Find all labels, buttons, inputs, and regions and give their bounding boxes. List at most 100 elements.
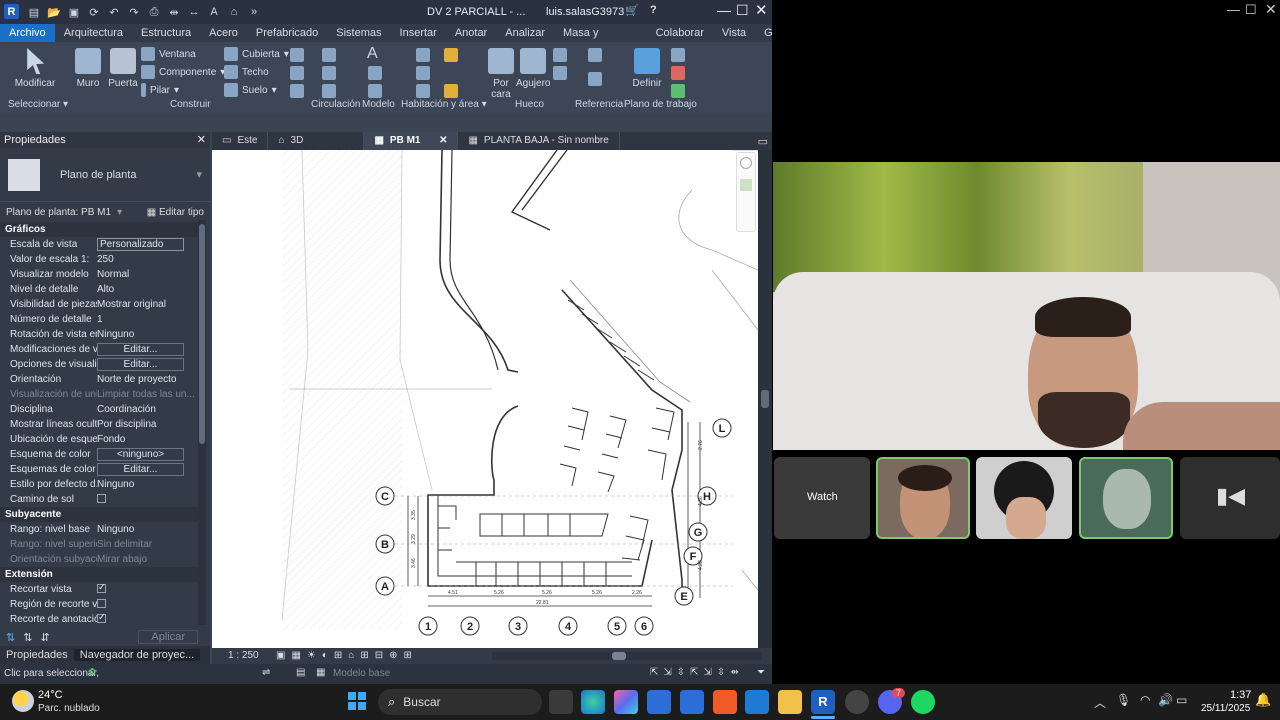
view-tab-pbm1[interactable]: ▦ PB M1 ✕ (364, 132, 459, 150)
section-graficos[interactable]: Gráficos (0, 222, 198, 237)
close-icon[interactable]: ✕ (755, 1, 768, 19)
group-icon[interactable]: ⇵ (40, 631, 49, 644)
revit-logo[interactable]: R (4, 4, 19, 19)
close-icon[interactable]: ✕ (439, 132, 447, 150)
start-icon[interactable] (348, 692, 366, 710)
store-icon[interactable] (647, 690, 671, 714)
participant-tile-avatar[interactable] (1079, 457, 1173, 539)
open-icon[interactable]: 📂 (46, 4, 62, 20)
participant-tile-1[interactable] (876, 457, 970, 539)
group-seleccionar[interactable]: Seleccionar ▾ (8, 99, 68, 110)
property-value[interactable]: 1 (97, 314, 198, 325)
property-value[interactable]: Editar... (97, 358, 184, 371)
property-value[interactable]: Ninguno (97, 329, 198, 340)
text-icon[interactable]: A (206, 4, 222, 20)
property-value[interactable]: <ninguno> (97, 448, 184, 461)
view-tab-este[interactable]: ▭ Este (212, 132, 269, 150)
home-icon[interactable]: ⌂ (226, 4, 242, 20)
tab-archivo[interactable]: Archivo (0, 24, 55, 42)
battery-icon[interactable]: ▭ (1176, 693, 1187, 707)
more-icon[interactable]: » (246, 4, 262, 20)
scale-selector[interactable]: 1 : 250 (228, 650, 259, 661)
print-icon[interactable]: ⎙ (146, 4, 162, 20)
properties-scrollbar[interactable] (198, 220, 206, 625)
property-value[interactable] (97, 613, 198, 626)
property-row[interactable]: Modificaciones de vi... Editar... (0, 342, 198, 357)
pilar-button[interactable]: Pilar ▾ (141, 83, 179, 97)
view-tab-3d[interactable]: ⌂ 3D (268, 132, 365, 150)
weather-desc[interactable]: Parc. nublado (38, 703, 100, 714)
tab-estructura[interactable]: Estructura (132, 24, 200, 42)
filter-icon[interactable]: ⏷ (757, 667, 765, 678)
edit-type-button[interactable]: ▦ Editar tipo (147, 207, 204, 218)
save-icon[interactable]: ▣ (66, 4, 82, 20)
techo-button[interactable]: Techo (224, 65, 269, 79)
task-view-icon[interactable] (549, 690, 573, 714)
property-checkbox[interactable] (97, 613, 106, 623)
tab-analizar[interactable]: Analizar (496, 24, 554, 42)
model-text-icon[interactable]: A (367, 45, 378, 63)
property-value[interactable]: 250 (97, 254, 198, 265)
property-row[interactable]: Opciones de visualiz... Editar... (0, 357, 198, 372)
model-icon[interactable]: ▦ (316, 667, 325, 678)
revit-taskbar-icon[interactable]: R (811, 690, 835, 714)
property-row[interactable]: Esquemas de color ... Editar... (0, 462, 198, 477)
participant-tile-2[interactable] (976, 457, 1072, 539)
tab-propiedades[interactable]: Propiedades (0, 649, 74, 661)
drawing-canvas[interactable]: 1 2 3 4 5 6 A B C E FG H L 4.51 5.26 5.26 5.26 2.26 22.81… (212, 150, 758, 648)
property-value[interactable]: Editar... (97, 463, 184, 476)
vertical-opening-icon[interactable] (553, 66, 567, 80)
vertical-scrollbar[interactable] (758, 150, 772, 648)
sync-icon[interactable]: ⟳ (86, 4, 102, 20)
filter-icon[interactable]: ⇅ (6, 631, 15, 644)
horizontal-scrollbar[interactable] (492, 652, 762, 660)
property-value[interactable] (97, 583, 198, 596)
property-row[interactable]: Rotación de vista en...Ninguno (0, 327, 198, 342)
property-row[interactable]: Esquema de color <ninguno> (0, 447, 198, 462)
main-video[interactable] (773, 162, 1280, 450)
mullion-icon[interactable] (290, 84, 304, 98)
type-selector[interactable]: Plano de planta ▾ (0, 148, 210, 202)
obs-icon[interactable] (845, 690, 869, 714)
measure-icon[interactable]: ⇹ (166, 4, 182, 20)
floor-plan-drawing[interactable]: 1 2 3 4 5 6 A B C E FG H L 4.51 5.26 5.26 5.26 2.26 22.81… (212, 150, 758, 648)
model-line-icon[interactable] (368, 66, 382, 80)
minimize-icon[interactable]: — (1227, 2, 1240, 17)
zoom-icon[interactable] (740, 179, 752, 191)
property-row[interactable]: Rango: nivel base Ninguno (0, 522, 198, 537)
property-row[interactable]: Mostrar líneas ocultasPor disciplina (0, 417, 198, 432)
property-value[interactable]: Editar... (97, 343, 184, 356)
selection-filters-icons[interactable]: ⇱⇲⇳⇱⇲⇳⇴ (650, 667, 744, 678)
property-value[interactable]: Mostrar original (97, 299, 198, 310)
property-row[interactable]: Visualización de uni... Limpiar todas las… (0, 387, 198, 402)
property-row[interactable]: Orientación subyace...Mirar abajo (0, 552, 198, 567)
property-row[interactable]: Escala de vista Personalizado (0, 237, 198, 252)
property-row[interactable]: Orientación Norte de proyecto (0, 372, 198, 387)
scroll-thumb[interactable] (199, 224, 205, 444)
steering-wheel-icon[interactable] (740, 157, 752, 169)
new-icon[interactable]: ▤ (26, 4, 42, 20)
cart-icon[interactable]: 🛒 (625, 4, 639, 17)
tab-anotar[interactable]: Anotar (446, 24, 496, 42)
tab-arquitectura[interactable]: Arquitectura (55, 24, 132, 42)
participant-tile-camera-off[interactable]: ▮◀ (1180, 457, 1280, 539)
app-icon[interactable] (680, 690, 704, 714)
property-row[interactable]: Camino de sol (0, 492, 198, 507)
wall-opening-icon[interactable] (553, 48, 567, 62)
user-name[interactable]: luis.salasG3973 (546, 6, 624, 18)
show-plane-icon[interactable] (671, 48, 685, 62)
tag-area-icon[interactable] (444, 84, 458, 98)
volume-icon[interactable]: 🔊 (1158, 693, 1173, 707)
property-row[interactable]: Estilo por defecto d... Ninguno (0, 477, 198, 492)
curtain-grid-icon[interactable] (290, 66, 304, 80)
instance-selector[interactable]: Plano de planta: PB M1 (6, 207, 111, 218)
file-explorer-icon[interactable] (778, 690, 802, 714)
section-subyacente[interactable]: Subyacente (0, 507, 198, 522)
property-value[interactable] (97, 598, 198, 611)
property-value[interactable] (97, 493, 198, 506)
tab-prefabricado[interactable]: Prefabricado (247, 24, 327, 42)
property-row[interactable]: Recorte de anotación (0, 612, 198, 627)
property-value[interactable]: Personalizado (97, 238, 184, 251)
area-icon[interactable] (444, 48, 458, 62)
property-value[interactable]: Alto (97, 284, 198, 295)
